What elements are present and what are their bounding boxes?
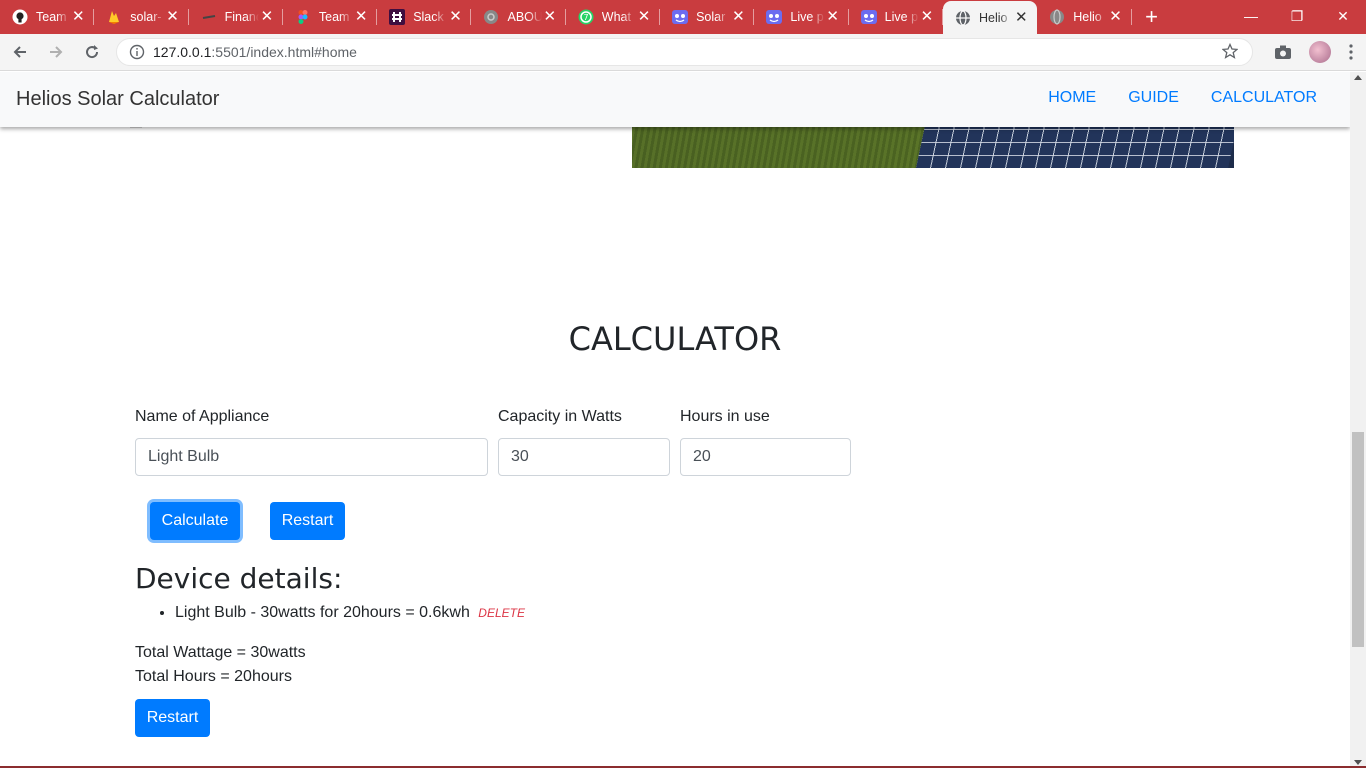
list-item: Light Bulb - 30watts for 20hours = 0.6kw… xyxy=(175,604,525,622)
site-navbar: Helios Solar Calculator HOME GUIDE CALCU… xyxy=(0,72,1350,127)
minimize-icon[interactable]: — xyxy=(1228,0,1274,32)
nav-link-home[interactable]: HOME xyxy=(1048,89,1096,107)
whatsapp-icon: 7 xyxy=(578,9,594,25)
globe-icon xyxy=(955,9,971,26)
device-entry-text: Light Bulb - 30watts for 20hours = 0.6kw… xyxy=(175,604,470,621)
tab-title: Financ xyxy=(224,10,259,24)
calculator-title: CALCULATOR xyxy=(568,320,782,358)
svg-text:7: 7 xyxy=(583,13,588,22)
appliance-name-input[interactable]: Light Bulb xyxy=(135,438,488,476)
mask-icon xyxy=(860,9,877,25)
scroll-down-arrow-icon[interactable] xyxy=(1354,760,1362,765)
close-icon[interactable]: ✕ xyxy=(730,9,746,25)
tab-title: ABOU xyxy=(507,10,542,24)
mask-icon xyxy=(766,9,783,25)
delete-link[interactable]: DELETE xyxy=(478,606,525,620)
browser-tab-active[interactable]: Helio ✕ xyxy=(942,1,1038,34)
browser-toolbar: 127.0.0.1:5501/index.html#home xyxy=(0,34,1366,71)
close-icon[interactable]: ✕ xyxy=(259,9,275,25)
tab-title: Live p xyxy=(884,10,919,24)
tab-title: Team xyxy=(318,10,350,24)
address-bar[interactable]: 127.0.0.1:5501/index.html#home xyxy=(116,38,1253,66)
scroll-up-arrow-icon[interactable] xyxy=(1354,75,1362,80)
tab-title: Live p xyxy=(790,10,824,24)
browser-tab[interactable]: Helio ✕ xyxy=(1037,0,1132,34)
hours-label: Hours in use xyxy=(680,408,770,425)
close-icon[interactable]: ✕ xyxy=(1108,9,1124,25)
site-brand[interactable]: Helios Solar Calculator xyxy=(16,88,219,111)
scrollbar-thumb[interactable] xyxy=(1352,432,1364,647)
capacity-label: Capacity in Watts xyxy=(498,408,622,425)
close-icon[interactable]: ✕ xyxy=(825,9,841,25)
close-icon[interactable]: ✕ xyxy=(165,9,181,25)
nav-link-calculator[interactable]: CALCULATOR xyxy=(1211,89,1317,107)
tab-title: What xyxy=(601,10,631,24)
browser-tab[interactable]: Slack ✕ xyxy=(377,0,472,34)
tab-title: Helio xyxy=(1073,10,1102,24)
url-text: 127.0.0.1:5501/index.html#home xyxy=(153,44,1222,60)
close-icon[interactable]: ✕ xyxy=(447,9,463,25)
browser-tab[interactable]: Financ ✕ xyxy=(189,0,284,34)
page-scrollbar[interactable] xyxy=(1350,72,1366,768)
figma-icon xyxy=(295,9,311,25)
calculate-button[interactable]: Calculate xyxy=(150,502,240,540)
browser-tab[interactable]: Team ✕ xyxy=(0,0,95,34)
nav-link-guide[interactable]: GUIDE xyxy=(1128,89,1179,107)
tab-title: Solar xyxy=(696,10,726,24)
close-window-icon[interactable]: ✕ xyxy=(1320,0,1366,32)
close-icon[interactable]: ✕ xyxy=(542,9,558,25)
tab-title: Helio xyxy=(978,10,1008,25)
close-icon[interactable]: ✕ xyxy=(353,9,369,25)
back-arrow-icon[interactable] xyxy=(4,36,36,68)
close-icon[interactable]: ✕ xyxy=(919,9,935,25)
github-icon xyxy=(12,9,28,25)
restart-bottom-button[interactable]: Restart xyxy=(135,699,210,737)
restore-icon[interactable]: ❐ xyxy=(1274,0,1320,32)
page-viewport: Helios Solar Calculator HOME GUIDE CALCU… xyxy=(0,72,1350,768)
hours-input[interactable]: 20 xyxy=(680,438,851,476)
browser-tab[interactable]: Live p ✕ xyxy=(754,0,849,34)
browser-tab[interactable]: Solar ✕ xyxy=(660,0,755,34)
restart-button[interactable]: Restart xyxy=(270,502,345,540)
kebab-menu-icon[interactable] xyxy=(1341,44,1361,60)
profile-avatar[interactable] xyxy=(1309,41,1331,63)
device-details-title: Device details: xyxy=(135,562,343,595)
total-wattage: Total Wattage = 30watts xyxy=(135,644,306,661)
url-path: :5501/index.html#home xyxy=(211,44,357,60)
close-icon[interactable]: ✕ xyxy=(70,9,86,25)
close-icon[interactable]: ✕ xyxy=(636,9,652,25)
reload-icon[interactable] xyxy=(76,36,108,68)
browser-tab[interactable]: Team ✕ xyxy=(283,0,378,34)
capacity-input[interactable]: 30 xyxy=(498,438,670,476)
browser-tab-strip: Team ✕ solar- ✕ Financ ✕ Team ✕ Slack ✕ … xyxy=(0,0,1366,34)
star-icon[interactable] xyxy=(1221,42,1240,62)
tab-title: solar- xyxy=(130,10,162,24)
globe-icon xyxy=(483,9,499,25)
appliance-name-label: Name of Appliance xyxy=(135,408,270,425)
globe-icon xyxy=(1049,9,1065,25)
new-tab-button[interactable]: + xyxy=(1136,0,1168,34)
info-icon[interactable] xyxy=(129,44,145,60)
browser-tab[interactable]: 7 What ✕ xyxy=(566,0,661,34)
tab-title: Team xyxy=(36,10,67,24)
browser-tab[interactable]: solar- ✕ xyxy=(94,0,189,34)
device-list: Light Bulb - 30watts for 20hours = 0.6kw… xyxy=(155,604,525,622)
forward-arrow-icon[interactable] xyxy=(40,36,72,68)
firebase-icon xyxy=(106,9,122,25)
url-host: 127.0.0.1 xyxy=(153,44,212,60)
browser-tab[interactable]: Live p ✕ xyxy=(849,0,944,34)
toolbar-actions xyxy=(1265,41,1361,63)
mask-icon xyxy=(672,9,689,25)
slack-icon xyxy=(389,9,406,25)
browser-tab[interactable]: ABOU ✕ xyxy=(471,0,567,34)
total-hours: Total Hours = 20hours xyxy=(135,668,292,685)
nav-links: HOME GUIDE CALCULATOR xyxy=(1048,89,1317,107)
camera-icon[interactable] xyxy=(1265,44,1301,60)
close-icon[interactable]: ✕ xyxy=(1013,9,1029,26)
window-controls: — ❐ ✕ xyxy=(1228,0,1366,32)
tab-title: Slack xyxy=(413,10,444,24)
finance-icon xyxy=(201,9,217,25)
